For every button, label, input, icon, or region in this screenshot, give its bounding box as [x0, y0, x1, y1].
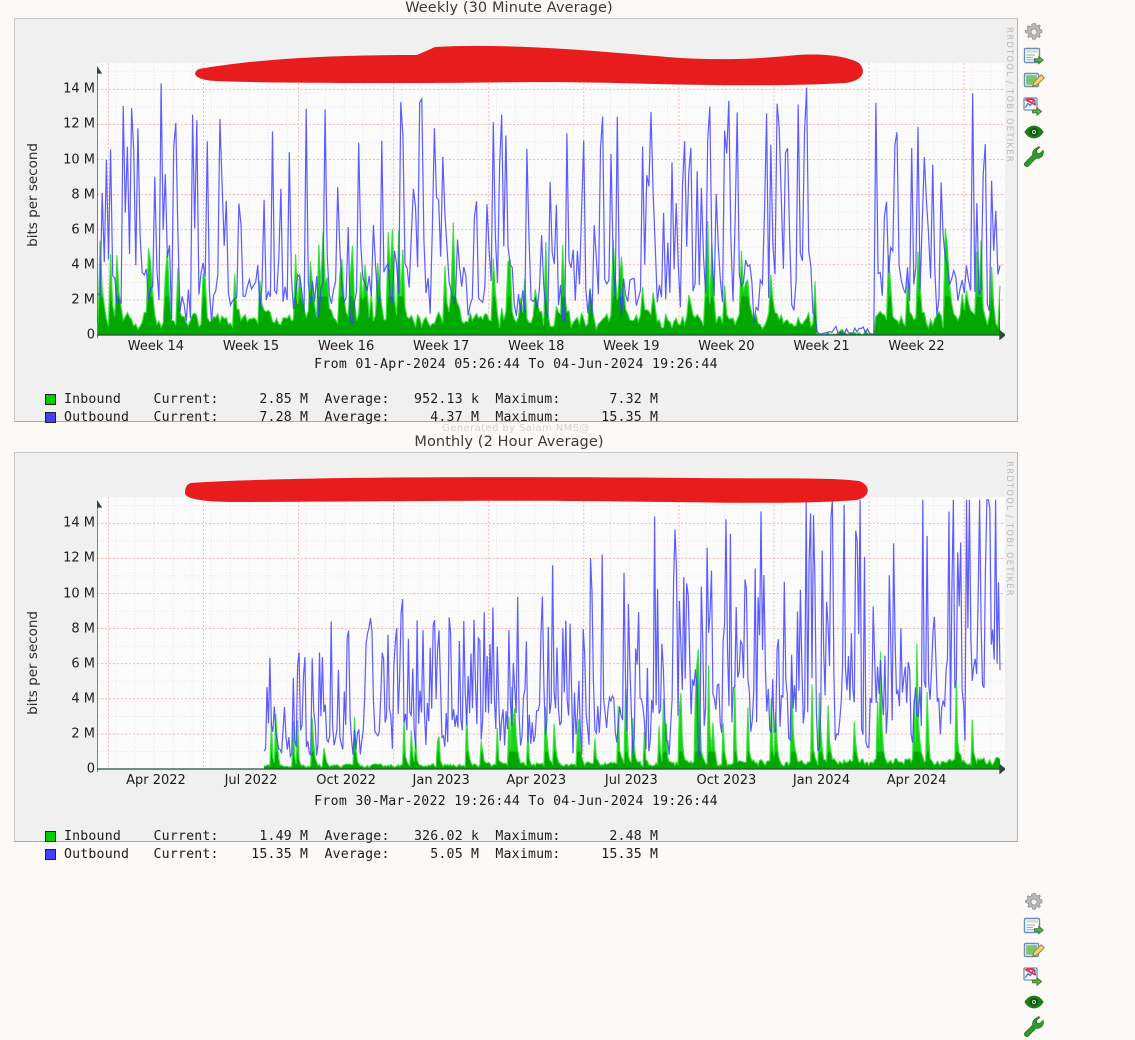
x-tick-label: Apr 2023: [506, 773, 567, 788]
graph-panel-monthly: RRDTOOL / TOBI OETIKER bits per second 0…: [14, 452, 1018, 862]
legend-swatch-inbound: [45, 393, 56, 405]
x-tick-label: Week 17: [413, 339, 470, 354]
x-tick-label: Week 14: [127, 339, 185, 354]
x-tick-label: Oct 2023: [696, 773, 757, 788]
legend-swatch-outbound: [45, 411, 56, 423]
x-tick-label: Jul 2023: [604, 773, 658, 788]
view-icon[interactable]: [1022, 990, 1046, 1014]
legend-row: Inbound Current: 1.49 M Average: 326.02 …: [45, 827, 658, 845]
y-tick-label: 12 M: [63, 116, 95, 132]
time-range-label: From 01-Apr-2024 05:26:44 To 04-Jun-2024…: [314, 357, 718, 372]
x-tick-label: Week 20: [698, 339, 755, 354]
graph-block-monthly: Monthly (2 Hour Average) RRDTOOL / TOBI …: [0, 434, 1135, 1038]
x-tick-label: Jul 2022: [224, 773, 278, 788]
generated-by-watermark: Generated by Salam NMS@: [442, 423, 590, 434]
x-tick-label: Week 18: [508, 339, 565, 354]
y-tick-label: 14 M: [63, 81, 95, 97]
legend-monthly: Inbound Current: 1.49 M Average: 326.02 …: [45, 827, 658, 863]
rrdtool-watermark: RRDTOOL / TOBI OETIKER: [1004, 27, 1014, 163]
y-tick-label: 10 M: [63, 152, 95, 168]
rrdtool-watermark: RRDTOOL / TOBI OETIKER: [1004, 461, 1014, 597]
y-tick-label: 6 M: [71, 656, 95, 672]
plot-area-weekly: [97, 63, 1005, 341]
wrench-icon[interactable]: [1022, 145, 1046, 169]
legend-text: Outbound Current: 15.35 M Average: 5.05 …: [64, 846, 659, 862]
y-tick-label: 4 M: [71, 257, 95, 273]
y-tick-label: 12 M: [63, 550, 95, 566]
remove-graph-icon[interactable]: [1022, 95, 1046, 119]
graph-block-weekly: Weekly (30 Minute Average) RRDTOOL / TOB…: [0, 0, 1135, 434]
x-tick-label: Jan 2023: [412, 773, 470, 788]
x-tick-label: Oct 2022: [316, 773, 376, 788]
x-axis-ticks: Week 14 Week 15 Week 16 Week 17 Week 18 Week …: [15, 339, 1017, 359]
gear-icon[interactable]: [1022, 890, 1046, 914]
graph-title-monthly: Monthly (2 Hour Average): [414, 434, 604, 450]
y-tick-label: 8 M: [71, 621, 95, 637]
x-tick-label: Week 15: [222, 339, 280, 354]
edit-graph-icon[interactable]: [1022, 70, 1046, 94]
x-axis-ticks: Apr 2022 Jul 2022 Oct 2022 Jan 2023 Apr 2023…: [15, 773, 1017, 793]
legend-row: Outbound Current: 15.35 M Average: 5.05 …: [45, 845, 658, 863]
y-tick-label: 2 M: [71, 726, 95, 742]
y-tick-label: 2 M: [71, 292, 95, 308]
graph-title-weekly: Weekly (30 Minute Average): [405, 0, 613, 16]
y-tick-label: 8 M: [71, 187, 95, 203]
legend-text: Inbound Current: 1.49 M Average: 326.02 …: [64, 828, 659, 844]
legend-row: Inbound Current: 2.85 M Average: 952.13 …: [45, 390, 658, 408]
x-tick-label: Apr 2024: [886, 773, 947, 788]
icon-rail-monthly: [1022, 890, 1048, 1040]
legend-swatch-inbound: [45, 830, 56, 842]
wrench-icon[interactable]: [1022, 1015, 1046, 1039]
plot-area-monthly: [97, 497, 1005, 775]
graph-panel-weekly: RRDTOOL / TOBI OETIKER bits per second 0…: [14, 18, 1018, 434]
y-tick-label: 4 M: [71, 691, 95, 707]
x-tick-label: Week 16: [317, 339, 375, 354]
x-tick-label: Jan 2024: [792, 773, 851, 788]
legend-swatch-outbound: [45, 848, 56, 860]
x-tick-label: Week 21: [793, 339, 850, 354]
y-tick-label: 6 M: [71, 222, 95, 238]
x-tick-label: Apr 2022: [126, 773, 186, 788]
time-range-label: From 30-Mar-2022 19:26:44 To 04-Jun-2024…: [314, 794, 718, 809]
export-image-icon[interactable]: [1022, 45, 1046, 69]
legend-text: Inbound Current: 2.85 M Average: 952.13 …: [64, 391, 659, 407]
export-image-icon[interactable]: [1022, 915, 1046, 939]
icon-rail-weekly: [1022, 20, 1048, 170]
y-tick-label: 10 M: [63, 586, 95, 602]
x-tick-label: Week 22: [888, 339, 945, 354]
y-tick-label: 14 M: [63, 515, 95, 531]
edit-graph-icon[interactable]: [1022, 940, 1046, 964]
gear-icon[interactable]: [1022, 20, 1046, 44]
x-tick-label: Week 19: [603, 339, 660, 354]
legend-weekly: Inbound Current: 2.85 M Average: 952.13 …: [45, 390, 658, 426]
view-icon[interactable]: [1022, 120, 1046, 144]
remove-graph-icon[interactable]: [1022, 965, 1046, 989]
